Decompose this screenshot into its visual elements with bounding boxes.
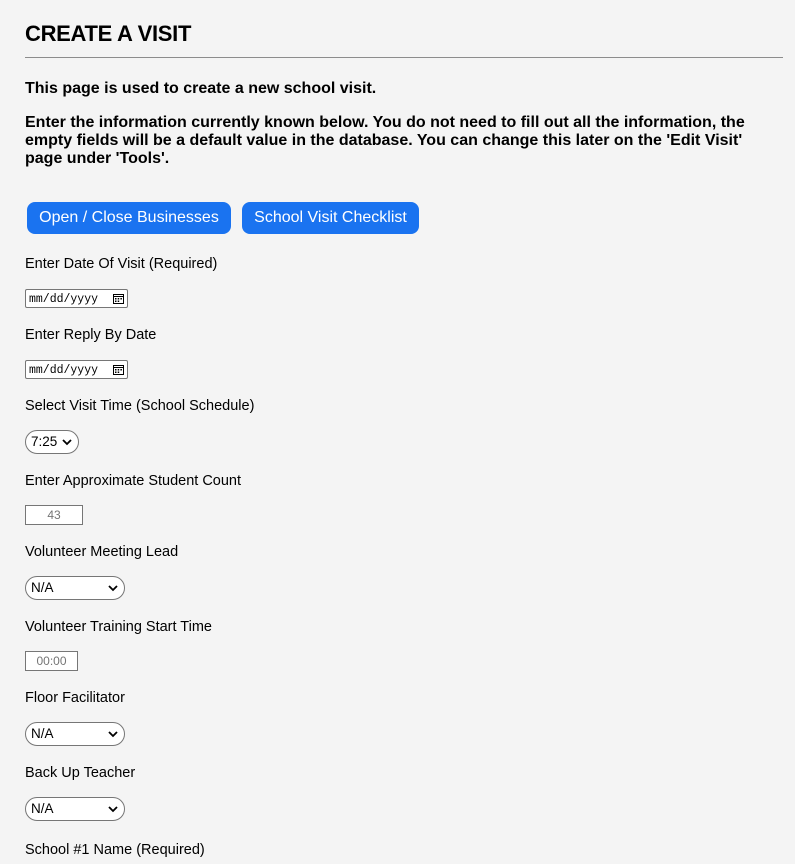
training-start-input[interactable]: 00:00 — [25, 651, 78, 671]
visit-date-input[interactable]: mm/dd/yyyy — [25, 289, 128, 308]
page-title: CREATE A VISIT — [25, 21, 192, 46]
visit-time-select[interactable]: 7:25 — [25, 430, 79, 454]
chevron-down-icon — [108, 585, 118, 592]
training-start-label: Volunteer Training Start Time — [25, 619, 212, 635]
school-visit-checklist-button[interactable]: School Visit Checklist — [242, 202, 419, 234]
school1-name-label: School #1 Name (Required) — [25, 842, 205, 858]
floor-facilitator-select[interactable]: N/A — [25, 722, 125, 746]
floor-facilitator-label: Floor Facilitator — [25, 690, 125, 706]
floor-facilitator-value: N/A — [31, 726, 54, 741]
chevron-down-icon — [108, 731, 118, 738]
reply-by-input[interactable]: mm/dd/yyyy — [25, 360, 128, 379]
backup-teacher-label: Back Up Teacher — [25, 765, 136, 781]
backup-teacher-select[interactable]: N/A — [25, 797, 125, 821]
intro-text: This page is used to create a new school… — [25, 80, 783, 168]
title-divider — [25, 57, 783, 58]
intro-line-1: This page is used to create a new school… — [25, 80, 377, 97]
visit-date-label: Enter Date Of Visit (Required) — [25, 256, 218, 272]
meeting-lead-value: N/A — [31, 580, 54, 595]
backup-teacher-value: N/A — [31, 801, 54, 816]
intro-line-2: Enter the information currently known be… — [25, 114, 745, 167]
visit-date-placeholder: mm/dd/yyyy — [29, 293, 99, 306]
student-count-input[interactable]: 43 — [25, 505, 83, 525]
chevron-down-icon — [62, 439, 72, 446]
meeting-lead-label: Volunteer Meeting Lead — [25, 544, 179, 560]
meeting-lead-select[interactable]: N/A — [25, 576, 125, 600]
visit-time-label: Select Visit Time (School Schedule) — [25, 398, 255, 414]
reply-by-label: Enter Reply By Date — [25, 327, 157, 343]
chevron-down-icon — [108, 806, 118, 813]
student-count-label: Enter Approximate Student Count — [25, 473, 242, 489]
open-close-businesses-button[interactable]: Open / Close Businesses — [27, 202, 231, 234]
visit-time-value: 7:25 — [31, 434, 58, 449]
calendar-icon[interactable] — [113, 293, 124, 304]
calendar-icon[interactable] — [113, 364, 124, 375]
reply-by-placeholder: mm/dd/yyyy — [29, 364, 99, 377]
